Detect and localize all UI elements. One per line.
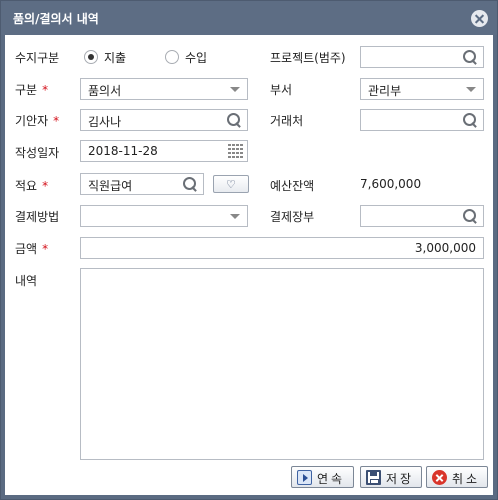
vendor-input[interactable] — [360, 109, 484, 131]
close-icon[interactable] — [471, 10, 488, 27]
project-input[interactable] — [360, 46, 484, 68]
search-icon[interactable] — [463, 113, 478, 128]
chevron-down-icon[interactable] — [466, 87, 476, 92]
amount-label: 금액 * — [15, 242, 49, 256]
vendor-label: 거래처 — [270, 114, 304, 128]
expense-radio-label: 지출 — [104, 51, 127, 65]
calendar-icon[interactable] — [228, 144, 243, 158]
budget-balance-label: 예산잔액 — [270, 179, 315, 193]
amount-value: 3,000,000 — [414, 241, 476, 255]
category-label: 구분 * — [15, 83, 49, 97]
drafter-label: 기안자 * — [15, 114, 60, 128]
department-select[interactable]: 관리부 — [360, 78, 484, 100]
drafter-input[interactable]: 김사나 — [80, 109, 248, 131]
department-value: 관리부 — [368, 84, 402, 98]
required-mark: * — [42, 242, 49, 256]
income-radio[interactable] — [165, 50, 179, 64]
title-bar[interactable]: 품의/결의서 내역 — [1, 1, 497, 35]
income-type-label: 수지구분 — [15, 51, 60, 65]
continuous-button-label: 연속 — [317, 472, 346, 486]
summary-value: 직원급여 — [88, 179, 133, 193]
date-value: 2018-11-28 — [88, 144, 158, 158]
category-select[interactable]: 품의서 — [80, 78, 248, 100]
favorite-button[interactable]: ♡ — [213, 175, 249, 193]
cancel-icon — [432, 470, 447, 485]
details-label: 내역 — [15, 274, 38, 288]
details-textarea[interactable] — [80, 268, 484, 460]
dialog-window: 품의/결의서 내역 수지구분 지출 수입 프로젝트(범주) 구분 * 품의서 부서… — [0, 0, 498, 500]
dialog-body: 수지구분 지출 수입 프로젝트(범주) 구분 * 품의서 부서 관리부 기안자 * … — [5, 35, 493, 495]
search-icon[interactable] — [463, 209, 478, 224]
payment-method-label: 결제방법 — [15, 210, 60, 224]
payment-ledger-input[interactable] — [360, 205, 484, 227]
summary-input[interactable]: 직원급여 — [80, 173, 204, 195]
required-mark: * — [53, 114, 60, 128]
payment-method-select[interactable] — [80, 205, 248, 227]
cancel-button[interactable]: 취소 — [426, 466, 488, 488]
required-mark: * — [42, 179, 49, 193]
date-input[interactable]: 2018-11-28 — [80, 140, 248, 162]
continuous-button[interactable]: 연속 — [291, 466, 354, 488]
dialog-title: 품의/결의서 내역 — [13, 12, 99, 26]
save-button-label: 저장 — [386, 472, 415, 486]
search-icon[interactable] — [227, 113, 242, 128]
continue-icon — [297, 470, 312, 485]
budget-balance-value: 7,600,000 — [360, 177, 422, 191]
search-icon[interactable] — [463, 50, 478, 65]
project-label: 프로젝트(범주) — [270, 51, 346, 65]
cancel-button-label: 취소 — [452, 472, 481, 486]
save-button[interactable]: 저장 — [360, 466, 422, 488]
save-icon — [366, 470, 381, 485]
chevron-down-icon[interactable] — [230, 214, 240, 219]
amount-input[interactable]: 3,000,000 — [80, 237, 484, 259]
chevron-down-icon[interactable] — [230, 87, 240, 92]
summary-label: 적요 * — [15, 179, 49, 193]
income-radio-label: 수입 — [185, 51, 208, 65]
expense-radio[interactable] — [84, 50, 98, 64]
heart-icon: ♡ — [226, 178, 236, 191]
drafter-value: 김사나 — [88, 115, 122, 129]
search-icon[interactable] — [183, 177, 198, 192]
required-mark: * — [42, 83, 49, 97]
department-label: 부서 — [270, 83, 293, 97]
category-value: 품의서 — [88, 84, 122, 98]
date-label: 작성일자 — [15, 146, 60, 160]
payment-ledger-label: 결제장부 — [270, 210, 315, 224]
